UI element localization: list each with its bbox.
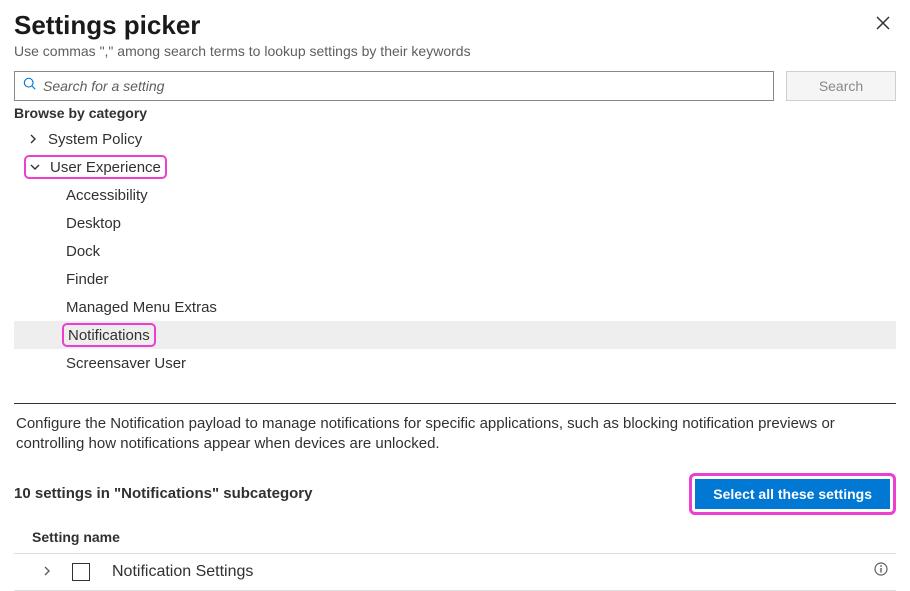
search-box[interactable] [14,71,774,101]
subcategory-time-machine[interactable]: Time Machine [14,377,896,395]
subcategory-count-label: 10 settings in "Notifications" subcatego… [14,485,312,502]
category-label: System Policy [48,131,142,148]
subcategory-label: Screensaver User [66,355,186,372]
category-system-policy[interactable]: System Policy [14,125,896,153]
config-description: Configure the Notification payload to ma… [14,414,896,455]
search-input[interactable] [43,78,765,94]
subcategory-screensaver-user[interactable]: Screensaver User [14,349,896,377]
setting-checkbox[interactable] [72,563,90,581]
subcategory-notifications[interactable]: Notifications [14,321,896,349]
subcategory-dock[interactable]: Dock [14,237,896,265]
subcategory-desktop[interactable]: Desktop [14,209,896,237]
select-all-highlight: Select all these settings [689,473,896,515]
category-label: User Experience [50,159,161,176]
subcategory-label: Desktop [66,215,121,232]
chevron-right-icon [28,131,42,148]
subcategory-label: Managed Menu Extras [66,299,217,316]
chevron-down-icon [30,159,44,176]
subcategory-finder[interactable]: Finder [14,265,896,293]
search-icon [23,77,37,96]
category-user-experience[interactable]: User Experience [14,153,896,181]
subcategory-label: Notifications [68,327,150,344]
category-tree: System Policy User Experience Accessibil… [14,125,896,395]
divider [14,403,896,404]
select-all-button[interactable]: Select all these settings [695,479,890,509]
subcategory-accessibility[interactable]: Accessibility [14,181,896,209]
browse-label: Browse by category [14,105,896,121]
setting-label: Notification Settings [112,563,253,581]
page-subtitle: Use commas "," among search terms to loo… [14,43,471,59]
subcategory-label: Finder [66,271,109,288]
subcategory-managed-menu-extras[interactable]: Managed Menu Extras [14,293,896,321]
setting-row[interactable]: Notification Settings [14,553,896,591]
settings-table-header: Setting name [32,529,896,545]
chevron-right-icon[interactable] [42,563,54,581]
subcategory-label: Accessibility [66,187,148,204]
page-title: Settings picker [14,10,471,41]
close-icon[interactable] [870,10,896,39]
info-icon[interactable] [874,562,888,581]
subcategory-label: Dock [66,243,100,260]
search-button[interactable]: Search [786,71,896,101]
